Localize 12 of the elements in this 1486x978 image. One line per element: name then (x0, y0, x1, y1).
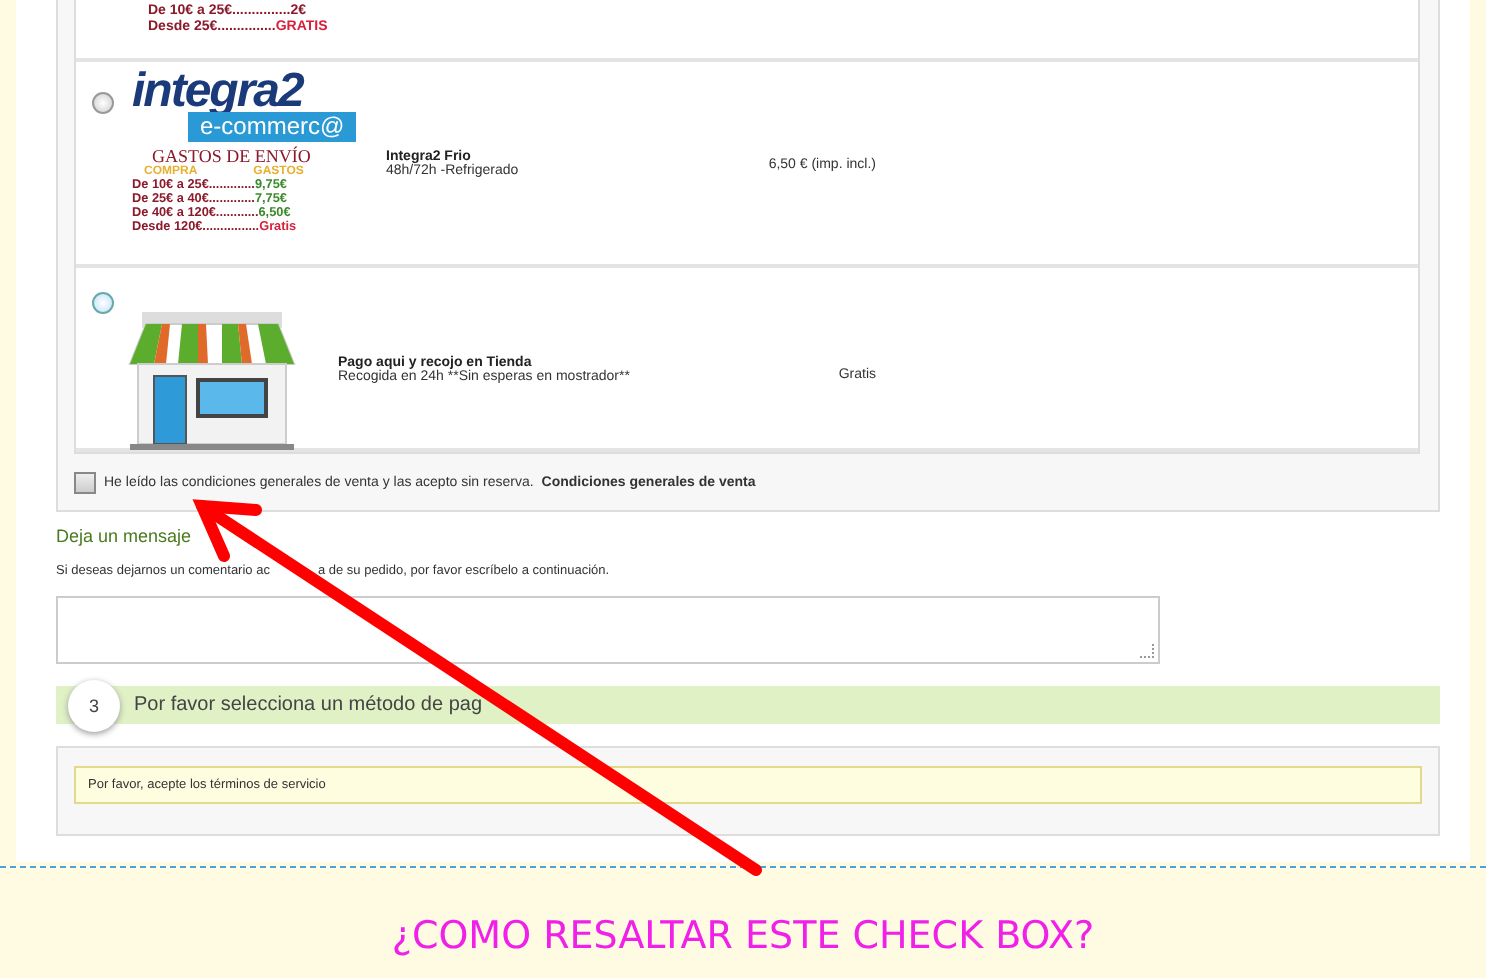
radio-button[interactable] (92, 292, 114, 314)
step-number: 3 (68, 679, 120, 731)
annotation-caption: ¿COMO RESALTAR ESTE CHECK BOX? (389, 914, 1097, 958)
step-title: Por favor selecciona un método de pag (134, 694, 482, 716)
resize-grip-icon (1140, 644, 1154, 658)
section-heading: Deja un mensaje (56, 526, 194, 546)
checkbox[interactable] (74, 472, 96, 494)
logo-heading: GASTOS DE ENVÍO (152, 146, 311, 166)
brand-tagline: e-commerc@ (188, 112, 357, 142)
message-field[interactable] (56, 596, 1160, 664)
radio-button[interactable] (92, 92, 114, 114)
brand-name: integra2 (132, 68, 303, 116)
